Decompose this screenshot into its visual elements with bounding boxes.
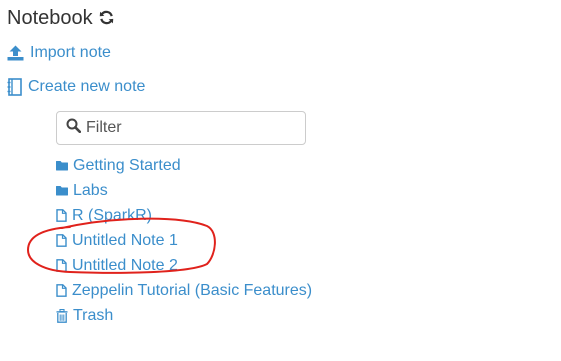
list-item[interactable]: Untitled Note 2 (56, 253, 312, 278)
list-item[interactable]: Zeppelin Tutorial (Basic Features) (56, 278, 312, 303)
folder-icon (56, 185, 68, 196)
import-note-link[interactable]: Import note (7, 44, 111, 62)
list-item[interactable]: Getting Started (56, 153, 312, 178)
import-note-label: Import note (30, 44, 111, 61)
list-item[interactable]: Trash (56, 303, 312, 328)
list-item-label: Trash (73, 306, 114, 324)
list-item-label: Labs (73, 181, 108, 199)
filter-input[interactable] (86, 119, 286, 137)
list-item[interactable]: Untitled Note 1 (56, 228, 312, 253)
list-item-label: Untitled Note 2 (72, 256, 178, 274)
file-icon (56, 284, 67, 297)
notebook-panel: Notebook Import note Create new note Fil… (0, 0, 561, 361)
notebook-icon (7, 78, 22, 96)
notebook-header: Notebook (7, 7, 114, 30)
note-tree: Getting Started Labs R (SparkR) Untitled… (56, 153, 312, 328)
trash-icon (56, 308, 68, 323)
file-icon (56, 209, 67, 222)
upload-icon (7, 45, 24, 61)
filter-box[interactable] (56, 111, 306, 145)
list-item-label: R (SparkR) (72, 206, 153, 224)
file-icon (56, 259, 67, 272)
folder-icon (56, 160, 68, 171)
refresh-icon[interactable] (99, 10, 114, 30)
create-new-note-link[interactable]: Create new note (7, 78, 145, 96)
search-icon (66, 118, 82, 138)
list-item-label: Getting Started (73, 156, 181, 174)
list-item[interactable]: Labs (56, 178, 312, 203)
list-item-label: Untitled Note 1 (72, 231, 178, 249)
create-new-note-label: Create new note (28, 78, 146, 95)
file-icon (56, 234, 67, 247)
page-title: Notebook (7, 7, 93, 29)
list-item[interactable]: R (SparkR) (56, 203, 312, 228)
list-item-label: Zeppelin Tutorial (Basic Features) (72, 281, 313, 299)
